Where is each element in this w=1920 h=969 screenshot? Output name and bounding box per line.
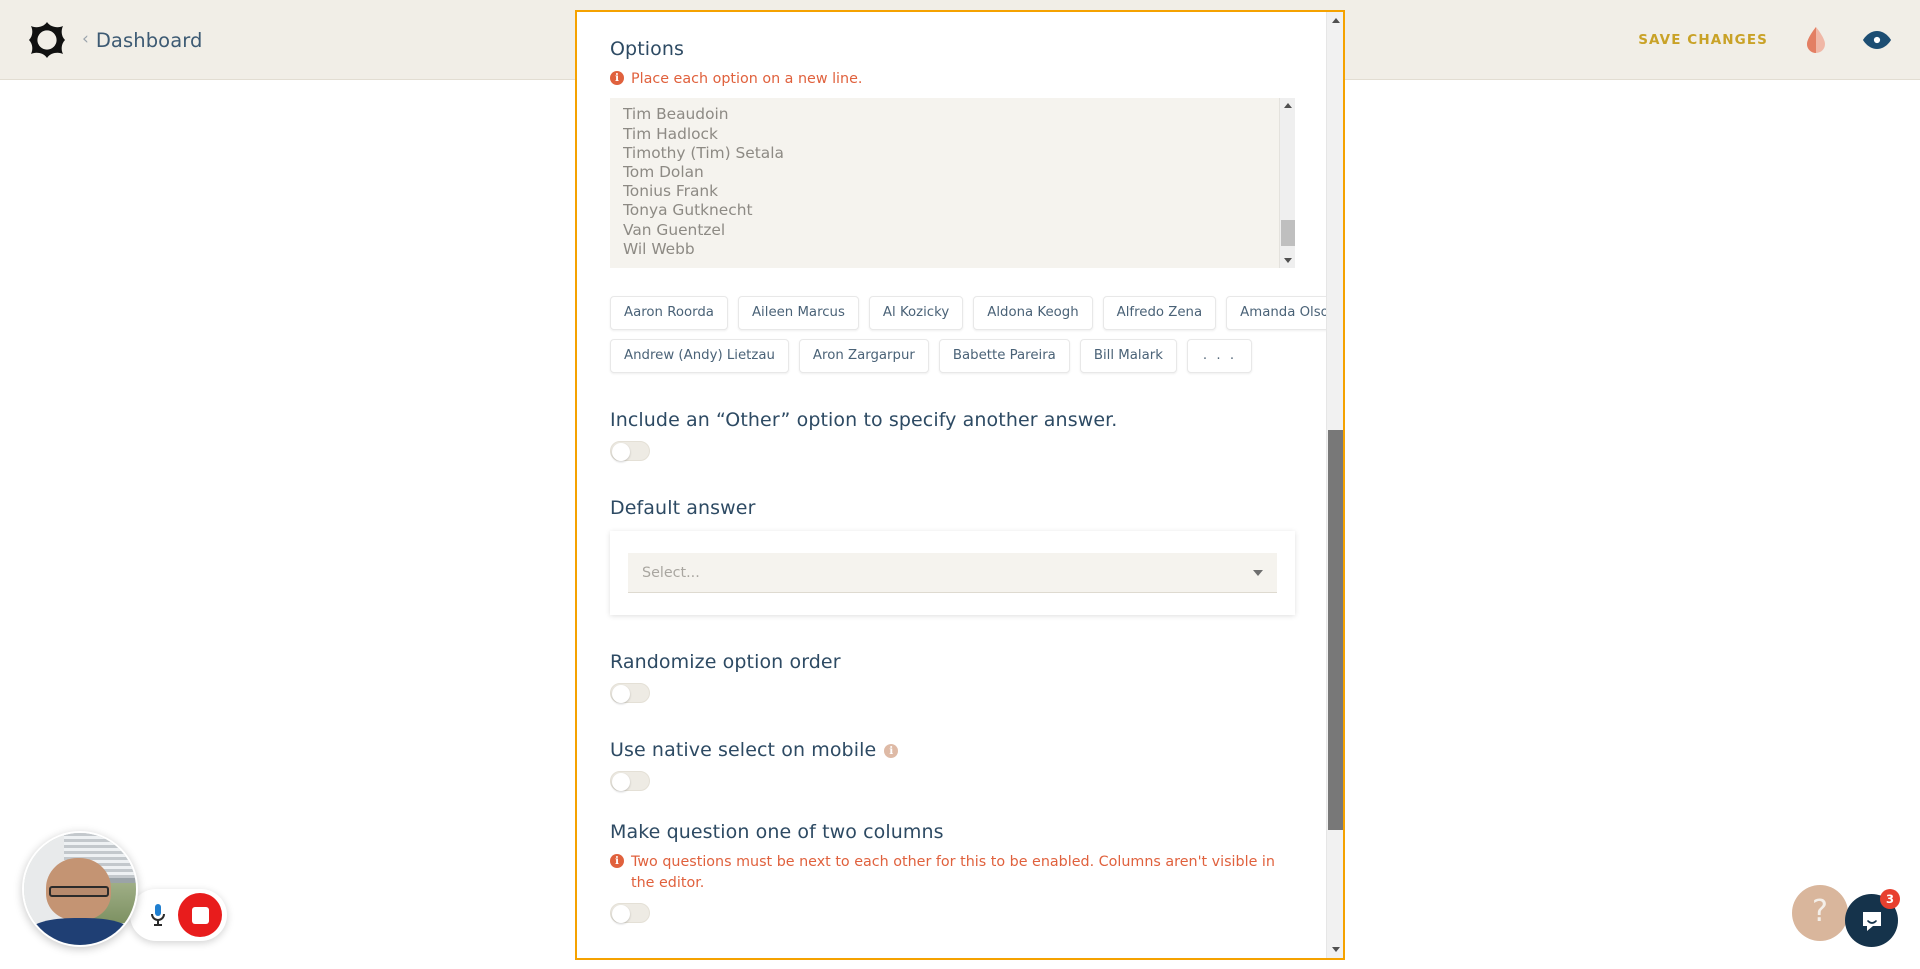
toggle-knob (612, 773, 630, 792)
option-chip[interactable]: Al Kozicky (868, 296, 964, 331)
scroll-down-icon[interactable] (1327, 941, 1343, 958)
include-other-option-toggle[interactable] (610, 441, 650, 462)
question-settings-modal: Options i Place each option on a new lin… (575, 10, 1345, 960)
question-mark-icon: ? (1812, 894, 1828, 929)
avatar[interactable] (22, 831, 138, 947)
screen-recorder-widget (22, 831, 227, 947)
option-chip[interactable]: Alfredo Zena (1102, 296, 1217, 331)
droplet-icon[interactable] (1804, 26, 1828, 54)
info-circle-icon: i (610, 71, 624, 85)
default-answer-placeholder: Select... (642, 564, 700, 581)
breadcrumb[interactable]: ‹ Dashboard (82, 0, 203, 80)
scroll-up-icon[interactable] (1327, 12, 1343, 29)
option-chip-overflow[interactable]: . . . (1186, 339, 1252, 374)
avatar-shirt (30, 918, 130, 945)
chevron-left-icon: ‹ (82, 28, 89, 49)
randomize-order-section: Randomize option order (610, 651, 1291, 704)
chip-row-2: Andrew (Andy) Lietzau Aron Zargarpur Bab… (610, 339, 1291, 374)
modal-scrollbar[interactable] (1326, 12, 1343, 958)
default-answer-select[interactable]: Select... (628, 553, 1277, 594)
native-select-label: Use native select on mobile (610, 739, 877, 762)
two-columns-warning: i Two questions must be next to each oth… (610, 852, 1291, 893)
help-button[interactable]: ? (1792, 885, 1848, 941)
two-columns-warning-text: Two questions must be next to each other… (631, 854, 1275, 891)
eye-icon[interactable] (1862, 30, 1892, 50)
breadcrumb-label: Dashboard (95, 28, 203, 52)
microphone-icon[interactable] (138, 895, 178, 935)
default-answer-section: Default answer Select... (610, 497, 1295, 616)
intercom-chat-icon (1862, 911, 1881, 931)
app-logo-flower-icon[interactable] (25, 18, 69, 62)
default-answer-title: Default answer (610, 497, 756, 520)
two-columns-label: Make question one of two columns (610, 821, 944, 844)
native-select-section: Use native select on mobile i (610, 739, 1291, 792)
option-chip[interactable]: Aldona Keogh (973, 296, 1093, 331)
info-circle-icon[interactable]: i (884, 744, 899, 759)
scrollbar-thumb[interactable] (1328, 430, 1343, 830)
native-select-toggle[interactable] (610, 771, 650, 792)
stop-recording-icon[interactable] (178, 893, 222, 937)
options-hint: i Place each option on a new line. (610, 69, 1291, 89)
options-textarea[interactable]: Tim Beaudoin Tim Hadlock Timothy (Tim) S… (610, 98, 1295, 269)
options-title: Options (610, 38, 685, 60)
randomize-order-label: Randomize option order (610, 651, 841, 674)
stop-square (191, 906, 209, 924)
options-hint-text: Place each option on a new line. (631, 71, 863, 87)
option-chip[interactable]: Andrew (Andy) Lietzau (610, 339, 789, 374)
save-changes-button[interactable]: SAVE CHANGES (1636, 28, 1770, 52)
avatar-glasses (48, 885, 110, 897)
info-circle-icon: i (610, 854, 624, 869)
recorder-controls (130, 889, 227, 941)
include-other-option-section: Include an “Other” option to specify ano… (610, 409, 1291, 462)
modal-scroll-region: Options i Place each option on a new lin… (577, 12, 1343, 958)
options-textarea-scrollbar[interactable] (1279, 98, 1295, 269)
toggle-knob (612, 685, 630, 704)
scroll-down-icon[interactable] (1280, 253, 1295, 268)
option-chip[interactable]: Aaron Roorda (610, 296, 728, 331)
scrollbar-thumb[interactable] (1281, 220, 1295, 247)
option-chip[interactable]: Babette Pareira (938, 339, 1070, 374)
two-columns-section: Make question one of two columns i Two q… (610, 821, 1291, 923)
randomize-order-toggle[interactable] (610, 683, 650, 704)
app-root: ‹ Dashboard SAVE CHANGES Options i Place… (0, 0, 1920, 969)
two-columns-toggle[interactable] (610, 902, 650, 923)
scroll-up-icon[interactable] (1280, 98, 1295, 113)
chevron-down-icon (1253, 569, 1263, 576)
chip-row-1: Aaron Roorda Aileen Marcus Al Kozicky Al… (610, 296, 1343, 331)
toggle-knob (612, 443, 630, 462)
toggle-knob (612, 904, 630, 923)
option-chip[interactable]: Aileen Marcus (737, 296, 859, 331)
default-answer-card: Select... (610, 531, 1295, 616)
options-textarea-value: Tim Beaudoin Tim Hadlock Timothy (Tim) S… (623, 105, 784, 258)
option-chips: Aaron Roorda Aileen Marcus Al Kozicky Al… (610, 296, 1343, 374)
option-chip[interactable]: Bill Malark (1079, 339, 1177, 374)
option-chip[interactable]: Aron Zargarpur (798, 339, 929, 374)
native-select-label-row: Use native select on mobile i (610, 739, 1291, 761)
include-other-option-label: Include an “Other” option to specify ano… (610, 409, 1118, 432)
header-actions: SAVE CHANGES (1636, 0, 1892, 80)
chat-unread-badge: 3 (1880, 889, 1900, 909)
